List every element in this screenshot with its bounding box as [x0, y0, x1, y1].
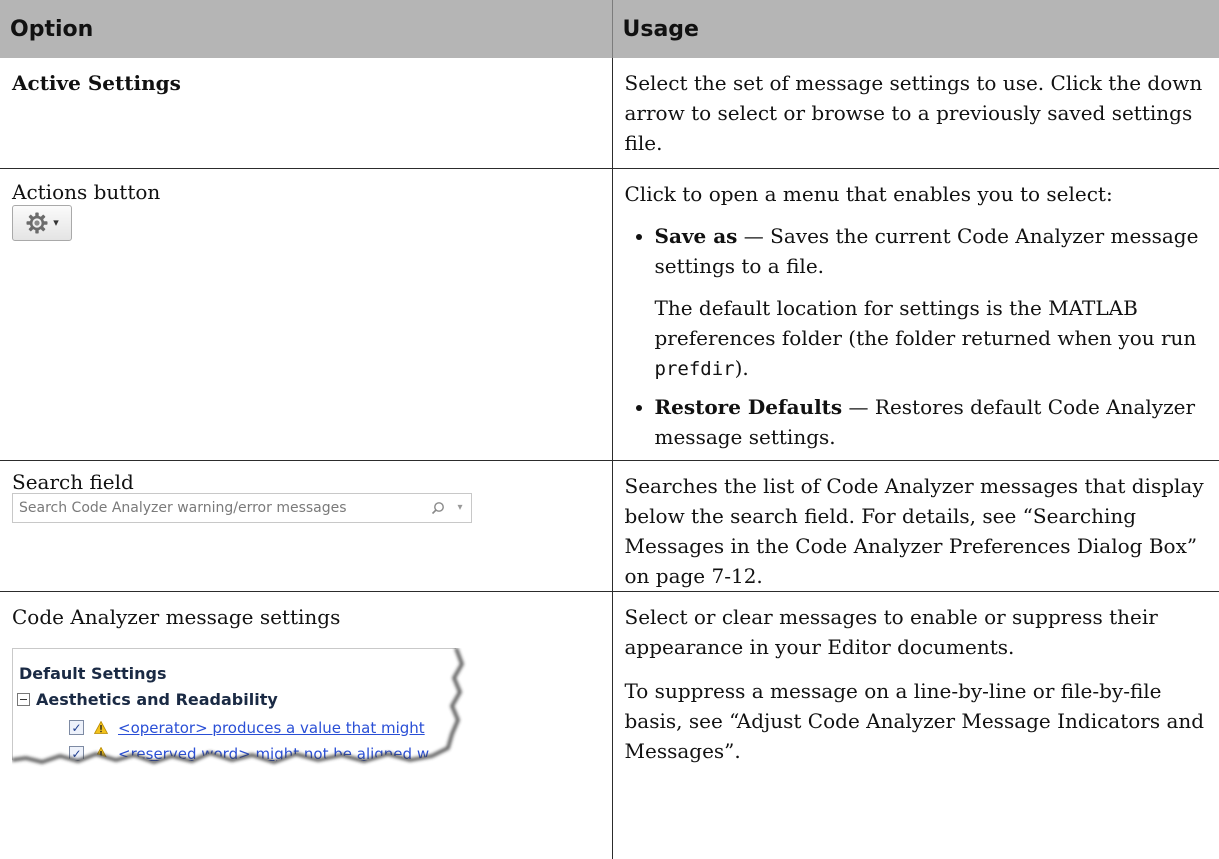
search-icon[interactable]	[427, 501, 449, 515]
option-cell: Actions button ▾	[0, 168, 613, 460]
usage-message-settings-2: To suppress a message on a line-by-line …	[624, 678, 1205, 763]
header-option: Option	[0, 0, 613, 58]
usage-cell: Searches the list of Code Analyzer messa…	[612, 460, 1219, 591]
usage-active-settings: Select the set of message settings to us…	[624, 71, 1203, 155]
table-header-row: Option Usage	[0, 0, 1219, 58]
chevron-down-icon[interactable]: ▾	[449, 493, 471, 523]
actions-menu-list: Save as — Saves the current Code Analyze…	[625, 221, 1206, 452]
options-table: Option Usage Active Settings Select the …	[0, 0, 1219, 859]
option-cell: Search field Search Code Analyzer warnin…	[0, 460, 613, 591]
prefdir-code: prefdir	[654, 357, 735, 380]
message-settings-preview: Default Settings Aesthetics and Readabil…	[12, 647, 468, 776]
actions-button[interactable]: ▾	[12, 204, 72, 241]
option-actions-button: Actions button	[12, 179, 161, 204]
usage-cell: Select or clear messages to enable or su…	[612, 591, 1219, 859]
torn-edge	[12, 647, 468, 776]
table-row: Actions button ▾ Click to open a menu th…	[0, 168, 1219, 460]
usage-search-field: Searches the list of Code Analyzer messa…	[624, 473, 1204, 588]
chevron-down-icon: ▾	[53, 216, 59, 229]
default-location-note: The default location for settings is the…	[654, 295, 1197, 380]
list-item: Save as — Saves the current Code Analyze…	[655, 221, 1206, 384]
gear-icon	[26, 212, 48, 233]
usage-actions-intro: Click to open a menu that enables you to…	[624, 181, 1113, 206]
table-row: Search field Search Code Analyzer warnin…	[0, 460, 1219, 591]
option-cell: Active Settings	[0, 58, 613, 168]
table-row: Active Settings Select the set of messag…	[0, 58, 1219, 168]
option-message-settings: Code Analyzer message settings	[12, 604, 341, 629]
option-cell: Code Analyzer message settings Default S…	[0, 591, 613, 859]
option-search-field: Search field	[12, 469, 134, 494]
usage-message-settings-1: Select or clear messages to enable or su…	[624, 604, 1158, 659]
search-placeholder: Search Code Analyzer warning/error messa…	[19, 499, 347, 516]
header-usage: Usage	[612, 0, 1219, 58]
save-as-label: Save as	[654, 223, 738, 248]
usage-cell: Click to open a menu that enables you to…	[612, 168, 1219, 460]
restore-defaults-label: Restore Defaults	[654, 394, 843, 419]
usage-cell: Select the set of message settings to us…	[612, 58, 1219, 168]
list-item: Restore Defaults — Restores default Code…	[655, 392, 1206, 452]
save-as-description: — Saves the current Code Analyzer messag…	[654, 223, 1199, 278]
search-input[interactable]: Search Code Analyzer warning/error messa…	[12, 492, 472, 523]
option-active-settings: Active Settings	[12, 71, 181, 95]
table-row: Code Analyzer message settings Default S…	[0, 591, 1219, 859]
